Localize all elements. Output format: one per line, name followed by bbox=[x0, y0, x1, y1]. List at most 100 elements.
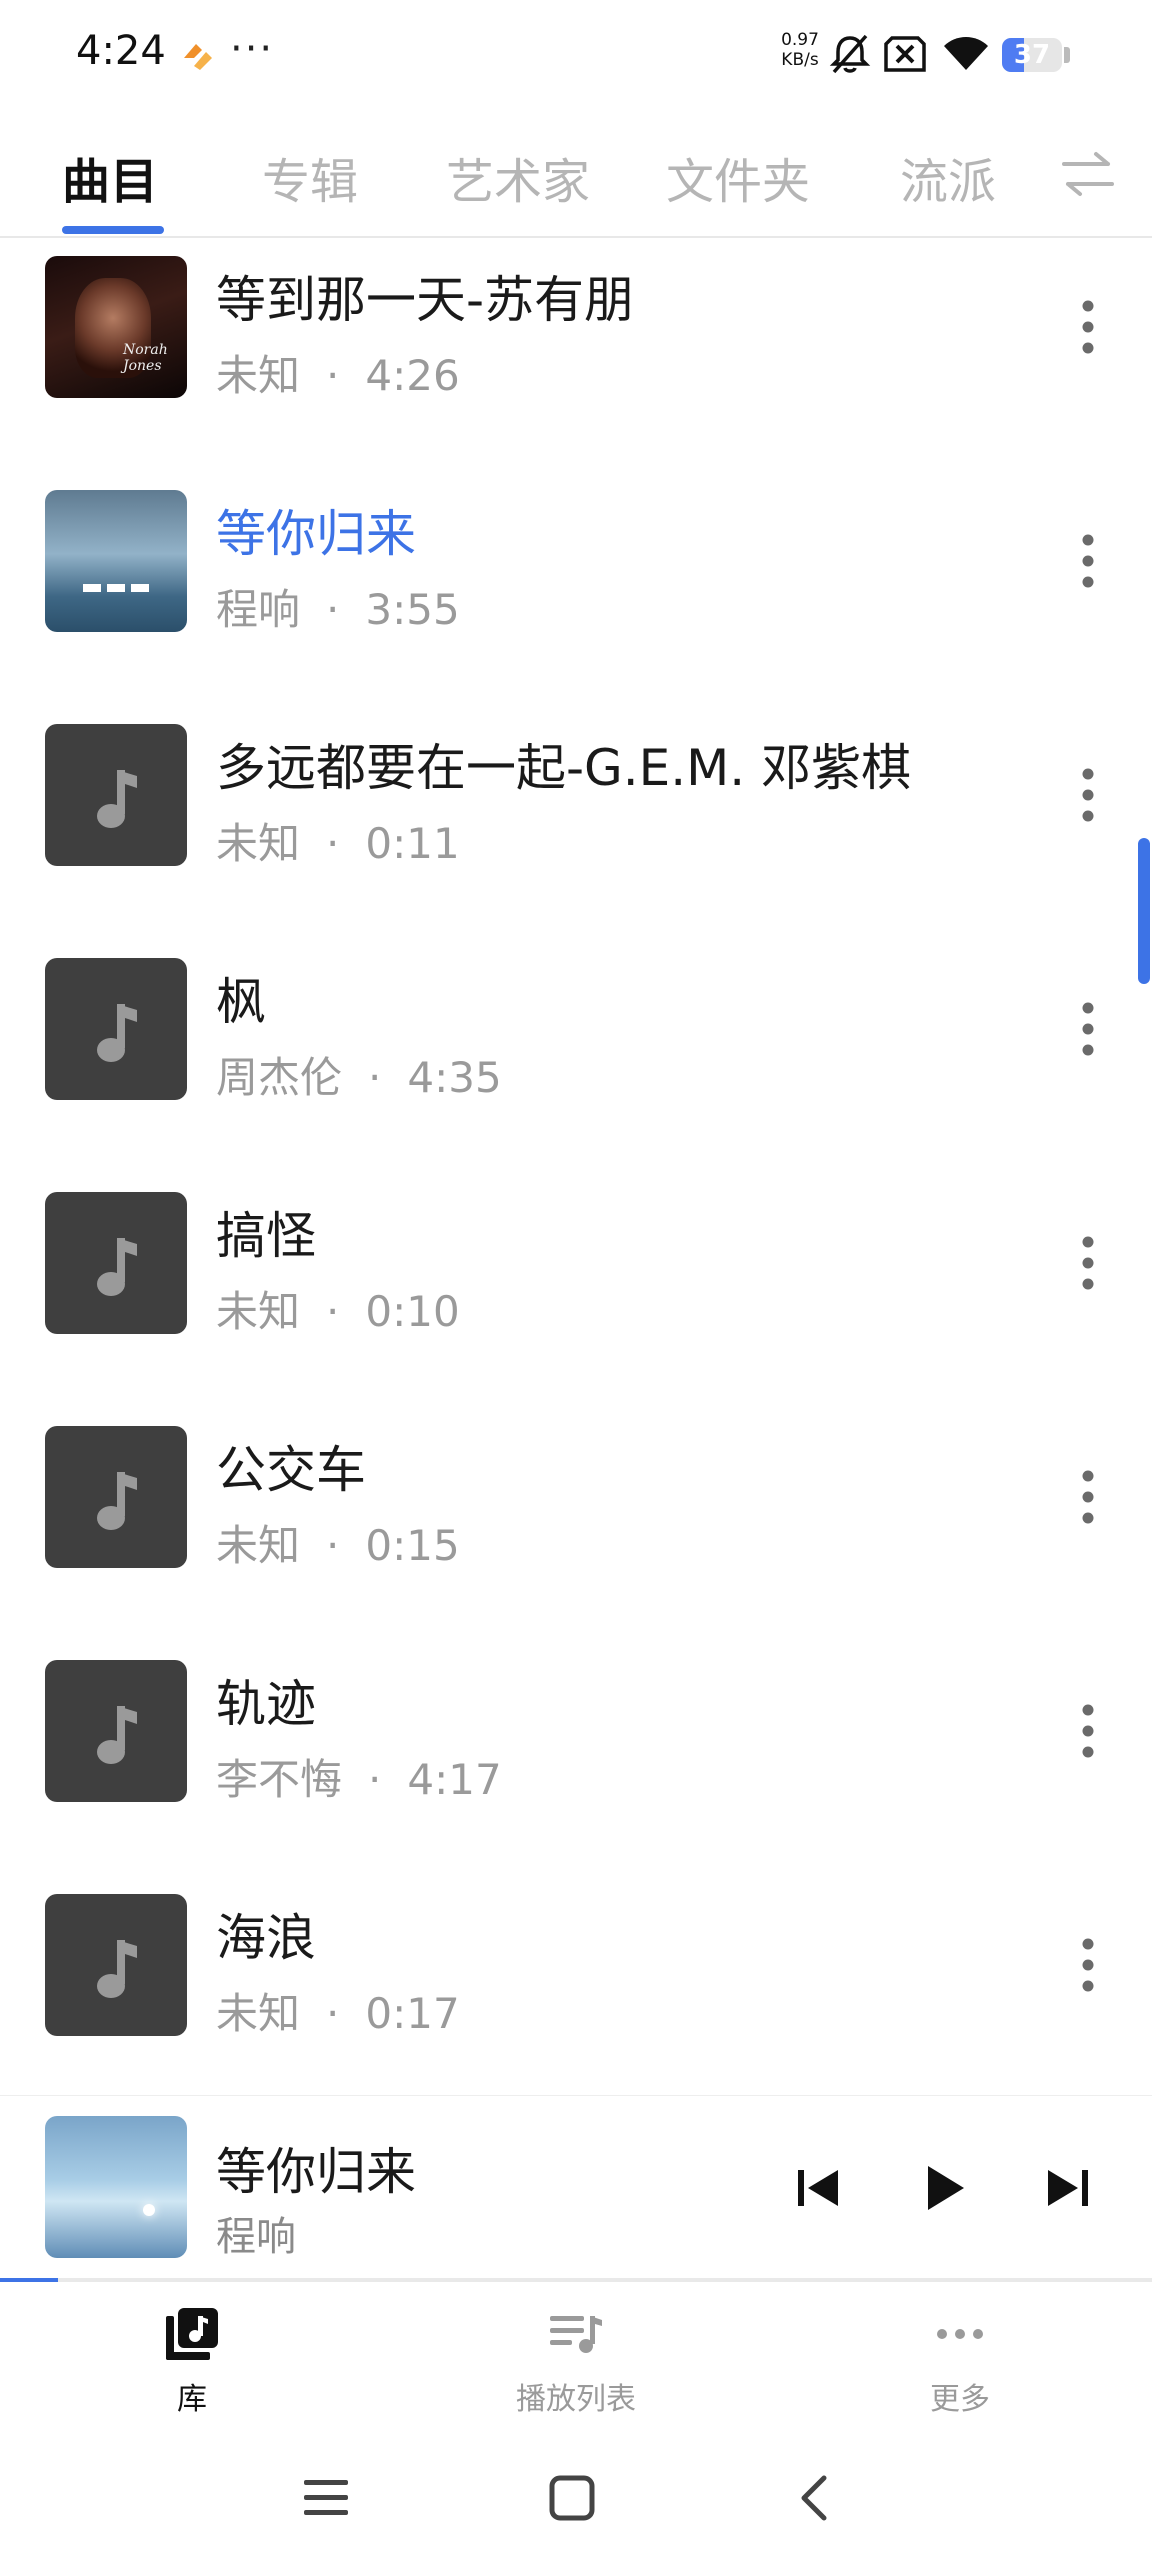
track-meta: 未知 · 0:17 bbox=[216, 1980, 460, 2041]
track-separator: · bbox=[326, 351, 340, 400]
now-playing-title: 等你归来 bbox=[216, 2143, 416, 2201]
track-separator: · bbox=[326, 819, 340, 868]
track-artist: 周杰伦 bbox=[216, 1053, 343, 1102]
track-artist: 未知 bbox=[216, 351, 301, 400]
bell-muted-icon bbox=[829, 34, 871, 74]
track-meta: 周杰伦 · 4:35 bbox=[216, 1044, 502, 1105]
track-title: 多远都要在一起-G.E.M. 邓紫棋 bbox=[216, 739, 912, 797]
music-note-icon bbox=[97, 1472, 137, 1530]
play-icon[interactable] bbox=[906, 2150, 982, 2226]
track-separator: · bbox=[326, 585, 340, 634]
track-duration: 0:15 bbox=[365, 1521, 460, 1570]
nav-library[interactable]: 库 bbox=[82, 2304, 302, 2418]
list-item[interactable]: 等你归来 程响 · 3:55 bbox=[0, 472, 1130, 706]
list-item[interactable]: Norah Jones 等到那一天-苏有朋 未知 · 4:26 bbox=[0, 238, 1130, 472]
track-duration: 0:17 bbox=[365, 1989, 460, 2038]
tab-indicator bbox=[62, 226, 164, 234]
now-playing-art-sun bbox=[143, 2204, 155, 2216]
track-duration: 3:55 bbox=[365, 585, 460, 634]
skip-next-icon[interactable] bbox=[1030, 2150, 1106, 2226]
more-vert-icon[interactable] bbox=[1070, 1228, 1106, 1298]
nav-library-label: 库 bbox=[177, 2382, 207, 2417]
track-meta: 未知 · 0:10 bbox=[216, 1278, 460, 1339]
track-separator: · bbox=[368, 1053, 382, 1102]
music-note-icon bbox=[97, 770, 137, 828]
tab-albums[interactable]: 专辑 bbox=[262, 142, 358, 212]
swap-arrows-icon[interactable] bbox=[1060, 148, 1116, 200]
track-artist: 程响 bbox=[216, 585, 301, 634]
track-separator: · bbox=[368, 1755, 382, 1804]
track-title: 轨迹 bbox=[216, 1675, 316, 1733]
album-placeholder bbox=[45, 958, 187, 1100]
track-artist: 未知 bbox=[216, 1989, 301, 2038]
status-bar: 4:24 ··· 0.97 KB/s 37 bbox=[0, 0, 1152, 112]
battery-icon: 37 bbox=[1002, 38, 1062, 72]
album-art: Norah Jones bbox=[45, 256, 187, 398]
home-icon[interactable] bbox=[548, 2474, 596, 2522]
album-art-text: Norah Jones bbox=[123, 342, 168, 374]
list-scrollbar[interactable] bbox=[1138, 838, 1150, 984]
more-vert-icon[interactable] bbox=[1070, 1930, 1106, 2000]
wifi-icon bbox=[944, 37, 988, 70]
track-artist: 未知 bbox=[216, 819, 301, 868]
menu-icon[interactable] bbox=[300, 2474, 352, 2522]
now-playing-art bbox=[45, 2116, 187, 2258]
list-item[interactable]: 公交车 未知 · 0:15 bbox=[0, 1408, 1130, 1642]
sim-blocked-icon bbox=[884, 36, 926, 72]
more-horizontal-icon bbox=[937, 2329, 983, 2339]
more-vert-icon[interactable] bbox=[1070, 1462, 1106, 1532]
track-title: 海浪 bbox=[216, 1909, 316, 1967]
list-item[interactable]: 枫 周杰伦 · 4:35 bbox=[0, 940, 1130, 1174]
list-item[interactable]: 轨迹 李不悔 · 4:17 bbox=[0, 1642, 1130, 1876]
track-title: 公交车 bbox=[216, 1441, 366, 1499]
track-meta: 未知 · 0:11 bbox=[216, 810, 460, 871]
status-more: ··· bbox=[230, 26, 275, 72]
skip-previous-icon[interactable] bbox=[780, 2150, 856, 2226]
track-separator: · bbox=[326, 1989, 340, 2038]
tab-genres[interactable]: 流派 bbox=[900, 142, 996, 212]
more-vert-icon[interactable] bbox=[1070, 526, 1106, 596]
more-vert-icon[interactable] bbox=[1070, 994, 1106, 1064]
more-vert-icon[interactable] bbox=[1070, 1696, 1106, 1766]
nav-playlist[interactable]: 播放列表 bbox=[466, 2304, 686, 2418]
track-duration: 4:35 bbox=[407, 1053, 502, 1102]
list-item[interactable]: 搞怪 未知 · 0:10 bbox=[0, 1174, 1130, 1408]
now-playing-artist: 程响 bbox=[216, 2214, 296, 2260]
track-meta: 未知 · 0:15 bbox=[216, 1512, 460, 1573]
list-item[interactable]: 海浪 未知 · 0:17 bbox=[0, 1876, 1130, 2096]
music-note-icon bbox=[97, 1940, 137, 1998]
tab-artists[interactable]: 艺术家 bbox=[446, 142, 590, 212]
track-meta: 李不悔 · 4:17 bbox=[216, 1746, 502, 1807]
nav-playlist-label: 播放列表 bbox=[516, 2382, 636, 2417]
music-note-icon bbox=[97, 1706, 137, 1764]
nav-more[interactable]: 更多 bbox=[850, 2304, 1070, 2418]
album-placeholder bbox=[45, 1894, 187, 2036]
more-vert-icon[interactable] bbox=[1070, 292, 1106, 362]
list-item[interactable]: 多远都要在一起-G.E.M. 邓紫棋 未知 · 0:11 bbox=[0, 706, 1130, 940]
tab-folders[interactable]: 文件夹 bbox=[666, 142, 810, 212]
track-artist: 李不悔 bbox=[216, 1755, 343, 1804]
track-title: 枫 bbox=[216, 973, 266, 1031]
track-duration: 0:10 bbox=[365, 1287, 460, 1336]
music-note-icon bbox=[97, 1238, 137, 1296]
track-title: 等你归来 bbox=[216, 505, 416, 563]
album-placeholder bbox=[45, 1426, 187, 1568]
back-icon[interactable] bbox=[792, 2474, 836, 2522]
track-meta: 程响 · 3:55 bbox=[216, 576, 460, 637]
track-duration: 4:26 bbox=[365, 351, 460, 400]
album-placeholder bbox=[45, 724, 187, 866]
tab-tracks[interactable]: 曲目 bbox=[62, 142, 158, 212]
track-list[interactable]: Norah Jones 等到那一天-苏有朋 未知 · 4:26 等你归来 程响 · 3:… bbox=[0, 238, 1152, 2096]
more-vert-icon[interactable] bbox=[1070, 760, 1106, 830]
album-art-pattern bbox=[83, 584, 149, 592]
library-music-icon bbox=[166, 2308, 218, 2360]
playlist-icon bbox=[550, 2316, 602, 2353]
mini-player[interactable]: 等你归来 程响 bbox=[0, 2096, 1152, 2280]
track-separator: · bbox=[326, 1521, 340, 1570]
music-note-icon bbox=[97, 1004, 137, 1062]
track-duration: 0:11 bbox=[365, 819, 460, 868]
track-artist: 未知 bbox=[216, 1521, 301, 1570]
album-art bbox=[45, 490, 187, 632]
track-duration: 4:17 bbox=[407, 1755, 502, 1804]
battery-text: 37 bbox=[1013, 40, 1051, 70]
